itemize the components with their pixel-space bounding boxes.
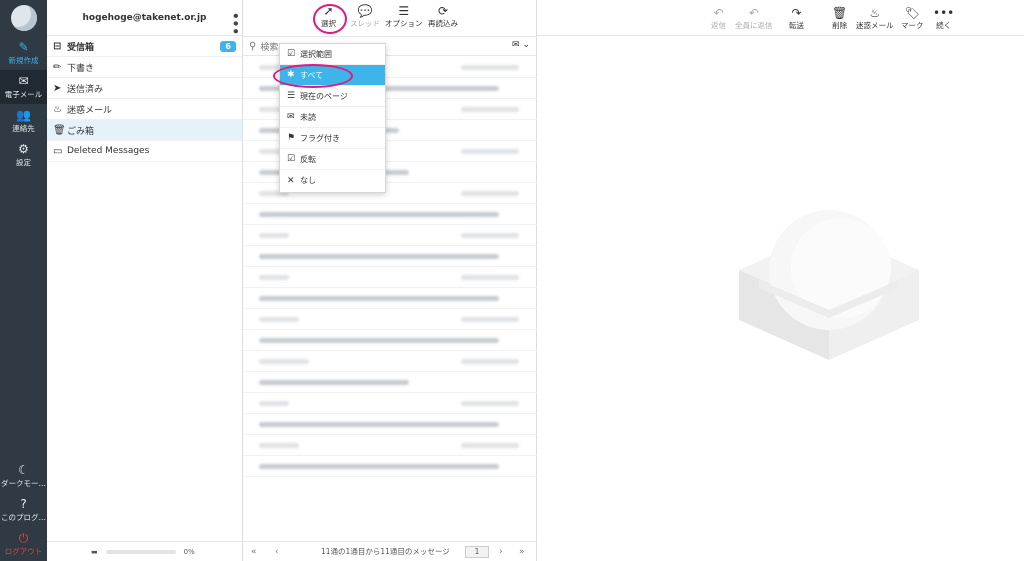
envelope-icon: ✉ [287, 112, 295, 122]
reply-button: ↶ 返信 [711, 6, 726, 30]
folder-panel: hogehoge@takenet.or.jp ••• ⊟ 受信箱 6 ✏ 下書き… [47, 0, 243, 561]
fire-icon: ♨ [869, 6, 881, 20]
app-logo[interactable] [0, 0, 47, 36]
menu-item-invert[interactable]: ☑ 反転 [280, 149, 385, 170]
pencil-icon: ✏ [53, 61, 62, 73]
trash-icon: 🗑 [832, 6, 848, 20]
forward-button[interactable]: ↷ 転送 [789, 6, 804, 31]
list-item[interactable] [243, 267, 537, 288]
list-item[interactable] [243, 414, 537, 435]
folder-drafts[interactable]: ✏ 下書き [47, 57, 242, 78]
checked-box-icon: ☑ [287, 154, 296, 164]
reply-all-icon: ↶ [748, 6, 759, 20]
tag-icon: 🏷 [904, 6, 920, 20]
search-placeholder: 検索 [260, 42, 279, 53]
nav-settings[interactable]: ⚙ 設定 [0, 138, 47, 172]
nav-logout[interactable]: ⏻ ログアウト [0, 527, 47, 561]
fire-icon: ♨ [53, 103, 62, 115]
quota-text: 0% [183, 547, 195, 556]
first-page-icon[interactable]: « [251, 547, 257, 557]
main-nav: ✎ 新規作成 ✉ 電子メール 👥 連絡先 ⚙ 設定 ☾ ダークモー… ? このプ… [0, 0, 47, 561]
list-item[interactable] [243, 246, 537, 267]
menu-item-selection[interactable]: ☑ 選択範囲 [280, 44, 385, 65]
more-button[interactable]: ••• 続く [933, 6, 954, 31]
refresh-button[interactable]: ⟳ 再読込み [428, 4, 458, 29]
account-name: hogehoge@takenet.or.jp [82, 12, 207, 23]
folder-icon: ▭ [53, 145, 63, 157]
list-toolbar: ➚ 選択 💬 スレッド ☰ オプション ⟳ 再読込み [243, 0, 536, 36]
menu-item-unread[interactable]: ✉ 未読 [280, 107, 385, 128]
list-item[interactable] [243, 456, 537, 477]
menu-item-none[interactable]: ✕ なし [280, 170, 385, 191]
trash-icon: 🗑 [53, 124, 66, 136]
annotation-circle [313, 4, 347, 34]
storage-icon: ▬ [91, 547, 98, 556]
list-item[interactable] [243, 330, 537, 351]
quota-bar: ▬ 0% [47, 541, 242, 561]
folder-spam[interactable]: ♨ 迷惑メール [47, 99, 242, 120]
more-vertical-icon[interactable]: ••• [228, 12, 242, 35]
nav-darkmode[interactable]: ☾ ダークモー… [0, 459, 47, 493]
last-page-icon[interactable]: » [519, 547, 525, 557]
sliders-icon: ☰ [398, 4, 410, 18]
moon-icon: ☾ [18, 462, 29, 477]
next-page-icon[interactable]: › [499, 547, 503, 557]
power-icon: ⏻ [18, 530, 29, 545]
message-viewer: ↶ 返信 ↶ 全員に返信 ↷ 転送 🗑 削除 ♨ 迷惑メール 🏷 マーク •••… [537, 0, 1024, 561]
list-item[interactable] [243, 225, 537, 246]
gear-icon: ⚙ [18, 141, 29, 156]
pagination: « ‹ 11通の1通目から11通目のメッセージ 1 › » [243, 541, 537, 561]
delete-button[interactable]: 🗑 削除 [832, 6, 847, 31]
account-header: hogehoge@takenet.or.jp ••• [47, 0, 242, 36]
checkbox-icon: ☑ [287, 49, 296, 59]
comments-icon: 💬 [357, 4, 373, 18]
nav-contacts[interactable]: 👥 連絡先 [0, 104, 47, 138]
menu-item-current-page[interactable]: ☰ 現在のページ [280, 86, 385, 107]
compose-icon: ✎ [18, 39, 29, 54]
contacts-icon: 👥 [16, 107, 31, 122]
forward-icon: ↷ [791, 6, 802, 20]
send-icon: ➤ [53, 82, 62, 94]
search-icon: ⚲ [249, 40, 257, 52]
more-horizontal-icon: ••• [933, 6, 955, 20]
nav-about[interactable]: ? このプログ… [0, 493, 47, 527]
envelope-filter-icon[interactable]: ✉ ⌄ [512, 40, 530, 50]
menu-item-flagged[interactable]: ⚑ フラグ付き [280, 128, 385, 149]
list-item[interactable] [243, 393, 537, 414]
question-icon: ? [20, 496, 27, 511]
mark-button[interactable]: 🏷 マーク [901, 6, 924, 31]
list-item[interactable] [243, 351, 537, 372]
lines-icon: ☰ [287, 91, 296, 101]
page-number-input[interactable]: 1 [465, 546, 489, 558]
folder-trash[interactable]: 🗑 ごみ箱 [47, 120, 242, 141]
options-button[interactable]: ☰ オプション [385, 4, 423, 29]
prev-page-icon[interactable]: ‹ [275, 547, 279, 557]
list-item[interactable] [243, 309, 537, 330]
nav-mail[interactable]: ✉ 電子メール [0, 70, 47, 104]
reply-icon: ↶ [713, 6, 724, 20]
x-icon: ✕ [287, 175, 295, 186]
list-item[interactable] [243, 372, 537, 393]
folder-inbox[interactable]: ⊟ 受信箱 6 [47, 36, 242, 57]
reply-all-button: ↶ 全員に返信 [735, 6, 773, 30]
list-item[interactable] [243, 435, 537, 456]
quota-progress [105, 549, 176, 554]
annotation-circle [273, 64, 353, 88]
empty-state-illustration [739, 210, 919, 360]
list-item[interactable] [243, 288, 537, 309]
flag-icon: ⚑ [287, 133, 296, 143]
refresh-icon: ⟳ [437, 4, 449, 18]
envelope-icon: ✉ [18, 73, 29, 88]
list-item[interactable] [243, 204, 537, 225]
spam-button[interactable]: ♨ 迷惑メール [856, 6, 894, 31]
unread-badge: 6 [220, 41, 236, 52]
threads-button: 💬 スレッド [350, 4, 380, 28]
nav-compose[interactable]: ✎ 新規作成 [0, 36, 47, 70]
folder-deleted-messages[interactable]: ▭ Deleted Messages [47, 141, 242, 162]
viewer-toolbar: ↶ 返信 ↶ 全員に返信 ↷ 転送 🗑 削除 ♨ 迷惑メール 🏷 マーク •••… [537, 0, 1024, 36]
inbox-icon: ⊟ [53, 40, 62, 52]
folder-sent[interactable]: ➤ 送信済み [47, 78, 242, 99]
pager-text: 11通の1通目から11通目のメッセージ [321, 547, 450, 556]
